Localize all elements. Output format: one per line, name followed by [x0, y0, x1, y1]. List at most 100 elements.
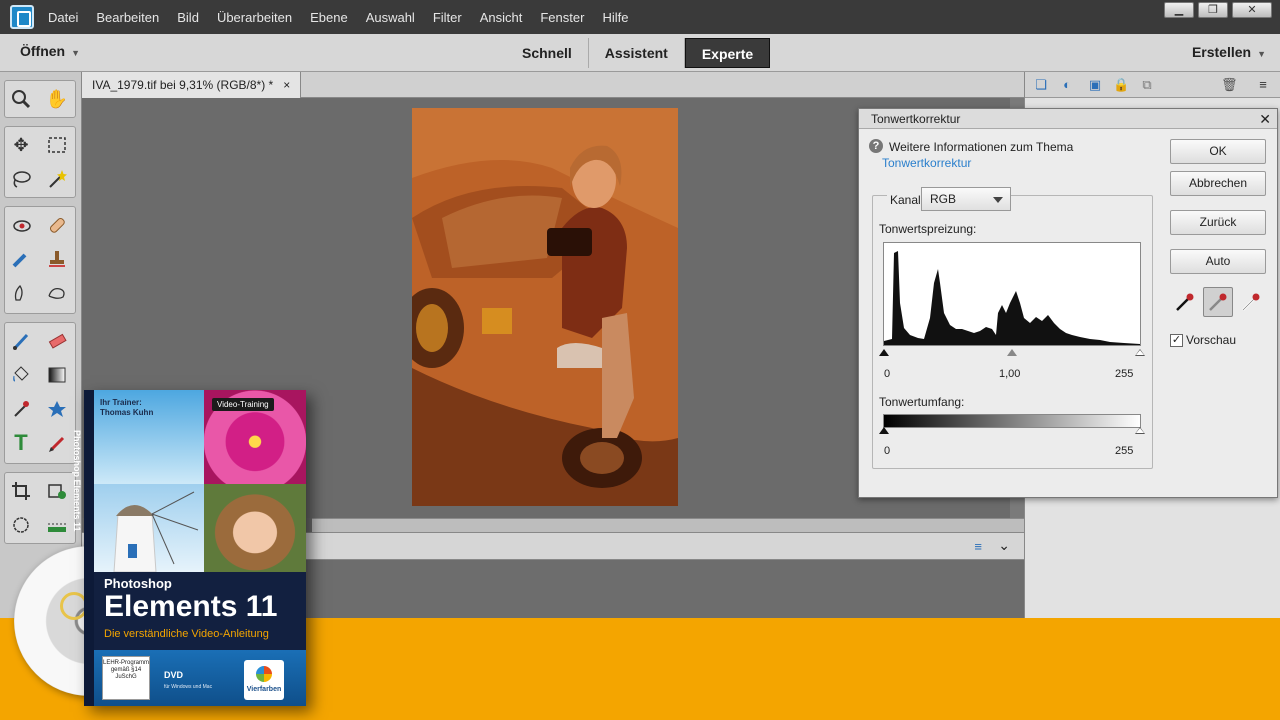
ok-button[interactable]: OK	[1170, 139, 1266, 164]
output-gradient	[883, 414, 1141, 428]
product-name-small: Photoshop	[104, 576, 172, 591]
help-link[interactable]: Tonwertkorrektur	[882, 156, 971, 170]
menu-icon[interactable]: ≡	[1255, 77, 1271, 93]
help-text: Weitere Informationen zum Thema	[889, 140, 1074, 154]
input-levels-slider[interactable]	[879, 347, 1145, 357]
menu-hilfe[interactable]: Hilfe	[602, 10, 628, 25]
open-button[interactable]: Öffnen ▼	[20, 43, 80, 59]
close-window-button[interactable]: ✕	[1232, 2, 1272, 18]
eraser-tool-icon[interactable]	[43, 327, 71, 355]
product-name-big: Elements 11	[104, 590, 278, 623]
menu-fenster[interactable]: Fenster	[540, 10, 584, 25]
restore-button[interactable]: ❐	[1198, 2, 1228, 18]
lock-transparency-icon[interactable]: ⧉	[1139, 77, 1155, 93]
platform-text: für Windows und Mac	[164, 684, 213, 690]
tool-group-select: ✥	[4, 126, 76, 198]
mode-tabs: Schnell Assistent Experte	[506, 38, 771, 68]
preview-label: Vorschau	[1186, 333, 1237, 347]
output-black-slider[interactable]	[879, 427, 889, 434]
healing-brush-tool-icon[interactable]	[43, 211, 71, 239]
input-black-slider[interactable]	[879, 349, 889, 356]
reset-button[interactable]: Zurück	[1170, 210, 1266, 235]
menu-ansicht[interactable]: Ansicht	[480, 10, 523, 25]
close-icon[interactable]: ×	[283, 78, 290, 92]
pencil-tool-icon[interactable]	[43, 429, 71, 457]
product-box: Ihr Trainer: Thomas Kuhn Video-Training P…	[84, 390, 306, 706]
document-tab-title: IVA_1979.tif bei 9,31% (RGB/8*) *	[92, 78, 274, 92]
move-tool-icon[interactable]: ✥	[7, 131, 35, 159]
gradient-tool-icon[interactable]	[43, 361, 71, 389]
list-options-icon[interactable]: ≡	[974, 539, 982, 554]
marquee-tool-icon[interactable]	[43, 131, 71, 159]
recompose-tool-icon[interactable]	[43, 477, 71, 505]
lehr-badge: LEHR-Programm gemäß §14 JuSchG	[102, 656, 150, 700]
lock-icon[interactable]: 🔒	[1113, 77, 1129, 93]
spine-text: Photoshop Elements 11	[72, 430, 82, 532]
menu-bild[interactable]: Bild	[177, 10, 199, 25]
menu-ueberarbeiten[interactable]: Überarbeiten	[217, 10, 292, 25]
lasso-tool-icon[interactable]	[7, 165, 35, 193]
chevron-down-icon[interactable]: ⌄	[998, 537, 1010, 554]
trainer-line2: Thomas Kuhn	[100, 408, 154, 417]
create-label: Erstellen	[1191, 44, 1252, 60]
tab-schnell[interactable]: Schnell	[506, 38, 589, 68]
input-white-slider[interactable]	[1135, 349, 1145, 357]
type-tool-icon[interactable]: T	[7, 429, 35, 457]
output-white-slider[interactable]	[1135, 427, 1145, 435]
hand-tool-icon[interactable]: ✋	[43, 85, 71, 113]
input-gamma-value: 1,00	[999, 368, 1021, 380]
output-white-value: 255	[1115, 445, 1134, 457]
white-point-eyedropper-icon[interactable]	[1236, 287, 1266, 317]
sponge-tool-icon[interactable]	[43, 279, 71, 307]
checkbox-icon[interactable]: ✓	[1170, 333, 1183, 347]
tool-group-view: ✋	[4, 80, 76, 118]
clone-stamp-tool-icon[interactable]	[43, 245, 71, 273]
straighten-tool-icon[interactable]	[43, 511, 71, 539]
gray-point-eyedropper-icon[interactable]	[1203, 287, 1233, 317]
channel-value: RGB	[930, 192, 957, 206]
tab-experte[interactable]: Experte	[684, 38, 771, 68]
create-button[interactable]: Erstellen ▼	[1192, 44, 1266, 60]
levels-dialog: Tonwertkorrektur ✕ ? Weitere Information…	[858, 108, 1278, 498]
new-layer-icon[interactable]: ❏	[1033, 77, 1049, 93]
toolbox: ✋ ✥ T	[0, 72, 82, 620]
channel-select[interactable]: RGB	[921, 187, 1011, 211]
trainer-text: Ihr Trainer: Thomas Kuhn	[100, 398, 153, 418]
eyedropper-tool-icon[interactable]	[7, 395, 35, 423]
black-point-eyedropper-icon[interactable]	[1170, 287, 1200, 317]
layer-mask-icon[interactable]: ▣	[1087, 77, 1103, 93]
close-icon[interactable]: ✕	[1259, 109, 1271, 129]
tab-assistent[interactable]: Assistent	[589, 38, 685, 68]
dialog-title: Tonwertkorrektur	[871, 112, 961, 126]
auto-button[interactable]: Auto	[1170, 249, 1266, 274]
blur-tool-icon[interactable]	[7, 279, 35, 307]
menu-datei[interactable]: Datei	[48, 10, 78, 25]
menu-auswahl[interactable]: Auswahl	[366, 10, 415, 25]
input-gamma-slider[interactable]	[1007, 349, 1017, 356]
cookie-cutter-tool-icon[interactable]	[7, 511, 35, 539]
dialog-title-bar: Tonwertkorrektur ✕	[859, 109, 1277, 129]
document-tab[interactable]: IVA_1979.tif bei 9,31% (RGB/8*) * ×	[82, 72, 302, 98]
input-black-value: 0	[884, 368, 891, 380]
magic-wand-tool-icon[interactable]	[43, 165, 71, 193]
brush-tool-icon[interactable]	[7, 327, 35, 355]
trash-icon[interactable]: 🗑	[1221, 77, 1238, 93]
adjustment-layer-icon[interactable]: ◐	[1059, 77, 1075, 93]
menu-bearbeiten[interactable]: Bearbeiten	[96, 10, 159, 25]
minimize-button[interactable]: ▁	[1164, 2, 1194, 18]
paint-bucket-tool-icon[interactable]	[7, 361, 35, 389]
cancel-button[interactable]: Abbrechen	[1170, 171, 1266, 196]
menu-filter[interactable]: Filter	[433, 10, 462, 25]
menu-ebene[interactable]: Ebene	[310, 10, 348, 25]
histogram	[883, 242, 1141, 346]
horizontal-scrollbar[interactable]	[312, 518, 1024, 532]
smart-brush-tool-icon[interactable]	[7, 245, 35, 273]
zoom-tool-icon[interactable]	[7, 85, 35, 113]
tool-group-enhance	[4, 206, 76, 314]
red-eye-tool-icon[interactable]	[7, 211, 35, 239]
output-levels-label: Tonwertumfang:	[879, 395, 965, 409]
preview-checkbox[interactable]: ✓ Vorschau	[1170, 333, 1236, 347]
crop-tool-icon[interactable]	[7, 477, 35, 505]
portrait-photo	[204, 484, 306, 572]
custom-shape-tool-icon[interactable]	[43, 395, 71, 423]
